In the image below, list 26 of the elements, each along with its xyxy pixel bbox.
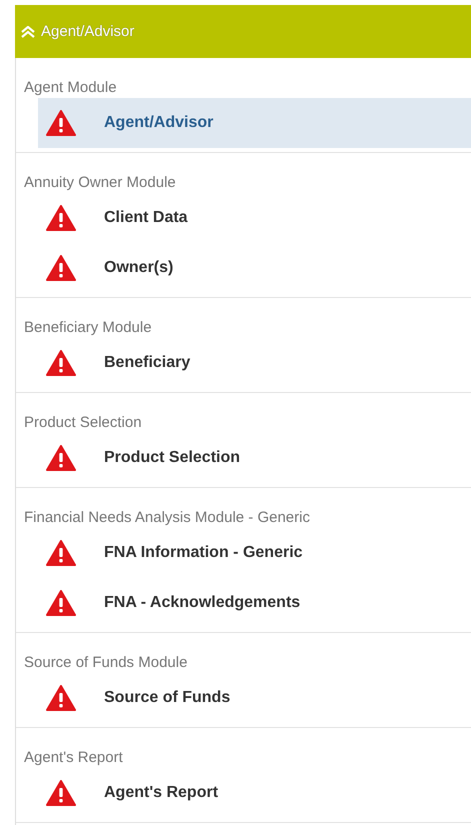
nav-item[interactable]: Client Data (38, 193, 471, 243)
section-heading: Source of Funds Module (23, 653, 188, 673)
section-heading: Agent's Report (23, 748, 124, 768)
section-heading: Product Selection (23, 413, 143, 433)
warning-icon (46, 590, 76, 616)
nav-item[interactable]: Agent's Report (38, 768, 471, 818)
nav-item[interactable]: Beneficiary (38, 338, 471, 388)
warning-icon (46, 780, 76, 806)
collapse-icon (21, 26, 35, 38)
nav-item[interactable]: FNA Information - Generic (38, 528, 471, 578)
section-heading: Financial Needs Analysis Module - Generic (23, 508, 311, 528)
warning-icon (46, 255, 76, 281)
warning-icon (46, 205, 76, 231)
warning-icon (46, 445, 76, 471)
section-heading: Annuity Owner Module (23, 173, 177, 193)
warning-icon (46, 685, 76, 711)
nav-item[interactable]: Source of Funds (38, 673, 471, 723)
nav-item[interactable]: FNA - Acknowledgements (38, 578, 471, 628)
section-heading: Agent Module (23, 78, 118, 98)
warning-icon (46, 350, 76, 376)
nav-item[interactable]: Agent/Advisor (38, 98, 471, 148)
nav-item[interactable]: Product Selection (38, 433, 471, 483)
warning-icon (46, 540, 76, 566)
warning-icon (46, 110, 76, 136)
section-heading: Beneficiary Module (23, 318, 153, 338)
nav-item[interactable]: Owner(s) (38, 243, 471, 293)
